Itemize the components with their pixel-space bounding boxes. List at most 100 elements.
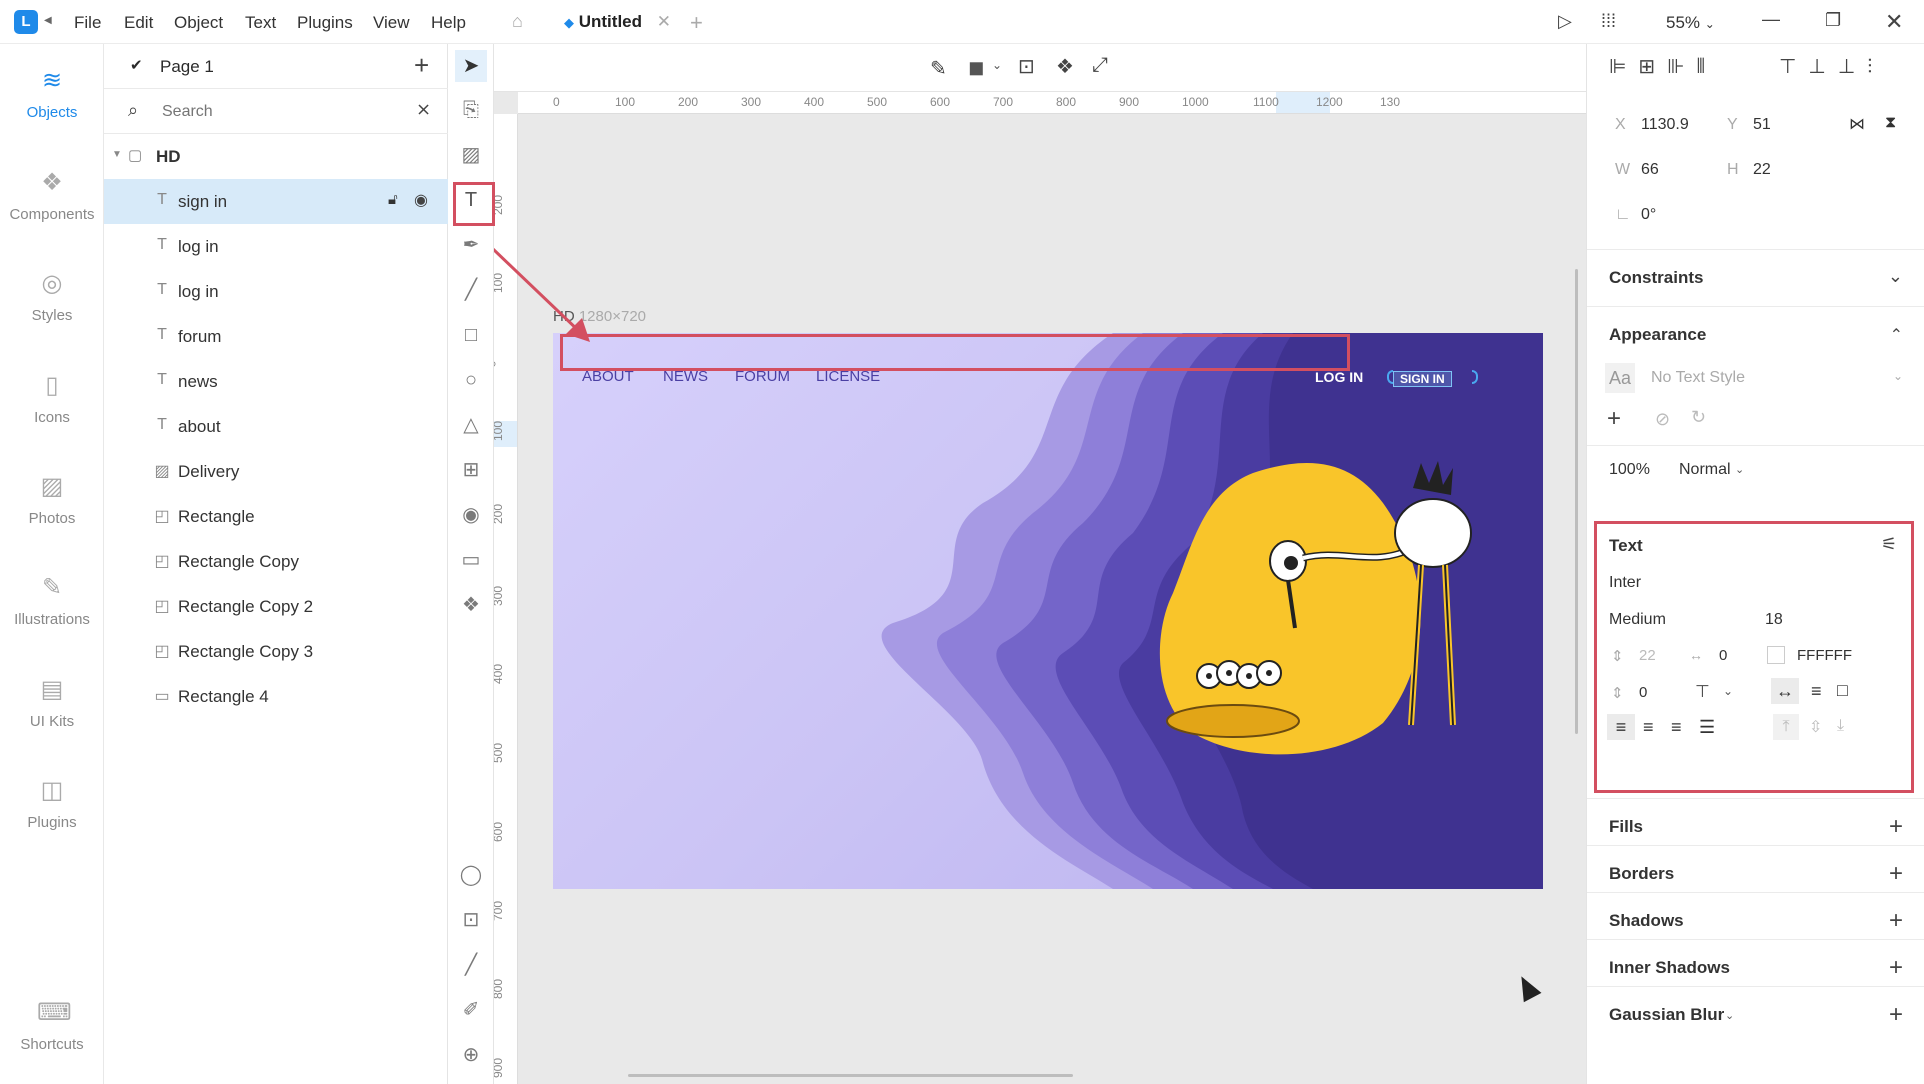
layer-log-in[interactable]: Tlog in bbox=[104, 224, 448, 269]
text-style-chevron-icon[interactable]: ⌄ bbox=[1893, 369, 1903, 383]
add-shadow-icon[interactable]: + bbox=[1889, 907, 1903, 935]
triangle-tool-icon[interactable]: △ bbox=[455, 409, 487, 441]
text-options-icon[interactable]: ⚟ bbox=[1881, 534, 1897, 555]
comment-tool-icon[interactable]: ◯ bbox=[455, 859, 487, 891]
align-justify-icon[interactable]: ☰ bbox=[1699, 717, 1715, 738]
layer-delivery[interactable]: ▨ Delivery bbox=[104, 449, 448, 494]
layer-rectangle[interactable]: ◰ Rectangle bbox=[104, 494, 448, 539]
flip-vertical-icon[interactable]: ⧗ bbox=[1885, 114, 1896, 132]
zoom-level[interactable]: 55% ⌄ bbox=[1666, 13, 1715, 33]
grid-tool-icon[interactable]: ⊞ bbox=[455, 454, 487, 486]
nav-icons[interactable]: ▯ Icons bbox=[0, 371, 104, 426]
menu-object[interactable]: Object bbox=[174, 13, 223, 33]
menu-plugins[interactable]: Plugins bbox=[297, 13, 353, 33]
chevron-down-icon[interactable]: ⌄ bbox=[1888, 266, 1903, 287]
nav-objects[interactable]: ≋ Objects bbox=[0, 66, 104, 121]
expand-arrow-icon[interactable]: ▼ bbox=[112, 149, 122, 160]
layer-rectangle-copy[interactable]: ◰ Rectangle Copy bbox=[104, 539, 448, 584]
layer-sign-in[interactable]: T sign in 🔓︎ ◉ bbox=[104, 179, 448, 224]
opacity-field[interactable]: 100% bbox=[1609, 461, 1650, 479]
text-color-field[interactable]: FFFFFF bbox=[1797, 647, 1852, 664]
ellipse-tool-icon[interactable]: ○ bbox=[455, 364, 487, 396]
nav-styles[interactable]: ◎ Styles bbox=[0, 269, 104, 324]
nav-components[interactable]: ❖ Components bbox=[0, 168, 104, 223]
eye-icon[interactable]: ◉ bbox=[414, 190, 428, 210]
artboard-tool-icon[interactable]: ⎘ bbox=[455, 94, 487, 126]
add-border-icon[interactable]: + bbox=[1889, 860, 1903, 888]
text-color-swatch[interactable] bbox=[1767, 646, 1785, 664]
menu-text[interactable]: Text bbox=[245, 13, 276, 33]
add-page-icon[interactable]: + bbox=[414, 50, 429, 81]
y-field[interactable]: 51 bbox=[1753, 116, 1771, 134]
page-selector[interactable]: ✔ Page 1 + bbox=[104, 44, 448, 89]
component-tool-icon[interactable]: ❖ bbox=[455, 589, 487, 621]
align-right-icon[interactable]: ≡ bbox=[1671, 717, 1682, 738]
nav-plugins[interactable]: ◫ Plugins bbox=[0, 776, 104, 831]
nav-ui-kits[interactable]: ▤ UI Kits bbox=[0, 675, 104, 730]
blend-chevron-icon[interactable]: ⌄ bbox=[1735, 463, 1744, 476]
constraints-section[interactable]: Constraints ⌄ bbox=[1587, 249, 1924, 306]
layer-news[interactable]: Tnews bbox=[104, 359, 448, 404]
valign-top-icon[interactable]: ⤒ bbox=[1773, 714, 1799, 740]
w-field[interactable]: 66 bbox=[1641, 161, 1659, 179]
minimize-icon[interactable]: — bbox=[1762, 9, 1780, 30]
valign-bottom-icon[interactable]: ⤓ bbox=[1837, 717, 1844, 735]
nav-illustrations[interactable]: ✎ Illustrations bbox=[0, 573, 104, 628]
letter-spacing-field[interactable]: 0 bbox=[1719, 647, 1727, 664]
canvas[interactable]: ✎ ◼ ⌄ ⊡ ❖ ⤢ 0 100 200 300 400 500 600 70… bbox=[494, 44, 1586, 1084]
menu-file[interactable]: File bbox=[74, 13, 101, 33]
close-window-icon[interactable]: ✕ bbox=[1885, 9, 1903, 35]
pencil-tool-icon[interactable]: ✐ bbox=[455, 994, 487, 1026]
align-center-icon[interactable]: ≡ bbox=[1643, 717, 1654, 738]
fixed-size-icon[interactable]: □ bbox=[1837, 680, 1848, 701]
menu-edit[interactable]: Edit bbox=[124, 13, 153, 33]
layer-rectangle-4[interactable]: ▭ Rectangle 4 bbox=[104, 674, 448, 719]
menu-help[interactable]: Help bbox=[431, 13, 466, 33]
zoom-tool-icon[interactable]: ⊕ bbox=[455, 1039, 487, 1071]
font-family-select[interactable]: Inter bbox=[1609, 574, 1641, 592]
align-vertical-icons[interactable]: ⊤⊥⊥⫶ bbox=[1779, 54, 1884, 79]
align-left-icon[interactable]: ≡ bbox=[1607, 714, 1635, 740]
new-tab-icon[interactable]: + bbox=[690, 10, 703, 36]
rotation-field[interactable]: 0° bbox=[1641, 206, 1656, 224]
grid-icon[interactable]: ⁞⁞⁞ bbox=[1601, 11, 1616, 32]
select-tool-icon[interactable]: ➤ bbox=[455, 50, 487, 82]
document-tab[interactable]: ◆ Untitled ✕ bbox=[552, 0, 683, 44]
text-style-select[interactable]: No Text Style bbox=[1651, 369, 1745, 387]
text-transform-chevron-icon[interactable]: ⌄ bbox=[1723, 684, 1733, 698]
font-size-field[interactable]: 18 bbox=[1765, 611, 1783, 629]
add-fill-icon[interactable]: + bbox=[1889, 813, 1903, 841]
app-logo[interactable]: L bbox=[14, 10, 38, 34]
blur-chevron-icon[interactable]: ⌄ bbox=[1725, 1009, 1734, 1022]
apply-style-icon[interactable]: ⊘ bbox=[1655, 409, 1670, 430]
valign-middle-icon[interactable]: ⇳ bbox=[1809, 717, 1822, 737]
nav-photos[interactable]: ▨ Photos bbox=[0, 472, 104, 527]
layer-log-in-2[interactable]: Tlog in bbox=[104, 269, 448, 314]
blend-mode-select[interactable]: Normal bbox=[1679, 461, 1731, 479]
layer-rectangle-copy-2[interactable]: ◰ Rectangle Copy 2 bbox=[104, 584, 448, 629]
paragraph-spacing-field[interactable]: 0 bbox=[1639, 684, 1647, 701]
reset-style-icon[interactable]: ↻ bbox=[1691, 407, 1706, 428]
unlock-icon[interactable]: 🔓︎ bbox=[388, 191, 398, 208]
rectangle-tool-icon[interactable]: □ bbox=[455, 319, 487, 351]
font-weight-select[interactable]: Medium bbox=[1609, 611, 1666, 629]
add-inner-shadow-icon[interactable]: + bbox=[1889, 954, 1903, 982]
pen-tool-icon[interactable]: ✒ bbox=[455, 229, 487, 261]
layer-rectangle-copy-3[interactable]: ◰ Rectangle Copy 3 bbox=[104, 629, 448, 674]
h-field[interactable]: 22 bbox=[1753, 161, 1771, 179]
flip-horizontal-icon[interactable]: ⋈ bbox=[1849, 114, 1865, 134]
auto-width-icon[interactable]: ↔ bbox=[1771, 678, 1799, 704]
logo-menu-caret-icon[interactable]: ◀ bbox=[44, 15, 52, 26]
menu-view[interactable]: View bbox=[373, 13, 410, 33]
add-blur-icon[interactable]: + bbox=[1889, 1001, 1903, 1029]
align-horizontal-icons[interactable]: ⊫⊞⊪⫴ bbox=[1609, 54, 1717, 79]
home-icon[interactable]: ⌂ bbox=[512, 11, 523, 32]
image-tool-icon[interactable]: ▨ bbox=[455, 139, 487, 171]
auto-height-icon[interactable]: ≡ bbox=[1811, 681, 1822, 702]
chevron-up-icon[interactable]: ⌃ bbox=[1890, 325, 1903, 345]
nav-shortcuts[interactable]: ⌨ Shortcuts bbox=[0, 998, 104, 1053]
artboard-hd[interactable]: ABOUT NEWS FORUM LICENSE LOG IN SIGN IN bbox=[553, 333, 1543, 889]
layer-about[interactable]: Tabout bbox=[104, 404, 448, 449]
restore-icon[interactable]: ❐ bbox=[1825, 10, 1841, 31]
text-transform-icon[interactable]: ⊤ bbox=[1695, 682, 1710, 702]
